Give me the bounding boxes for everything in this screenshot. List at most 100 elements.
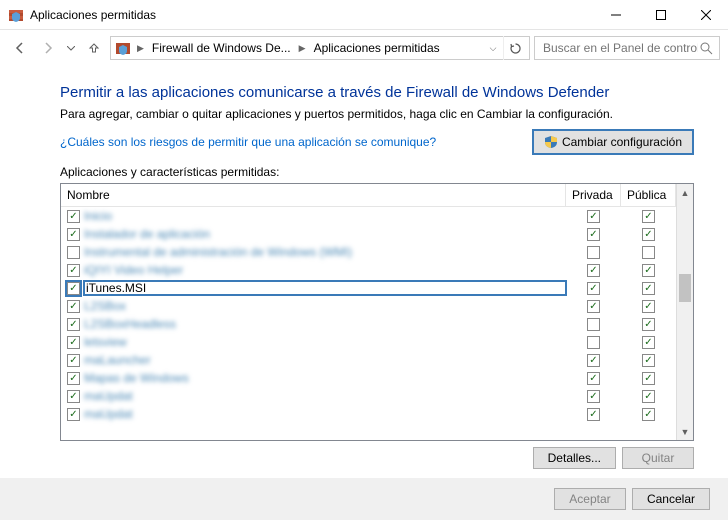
scroll-thumb[interactable] [679,274,691,302]
search-input[interactable] [541,40,700,56]
table-body: ✓ Inicio ✓ ✓ ✓ Instalador de aplicación ✓ ✓ Inst… [61,207,676,440]
checkbox[interactable]: ✓ [587,372,600,385]
table-header: Nombre Privada Pública [61,184,676,207]
checkbox[interactable]: ✓ [587,390,600,403]
table-row[interactable]: ✓L2SBoxHeadless✓ [61,315,676,333]
maximize-button[interactable] [638,0,683,30]
table-row[interactable]: ✓maLauncher✓✓ [61,351,676,369]
firewall-icon [8,7,24,23]
cancel-button[interactable]: Cancelar [632,488,710,510]
checkbox[interactable]: ✓ [587,210,600,223]
risk-link[interactable]: ¿Cuáles son los riesgos de permitir que … [60,135,436,149]
checkbox[interactable]: ✓ [642,408,655,421]
app-name: letsview [84,335,566,349]
navbar: ▶ Firewall de Windows De... ▶ Aplicacion… [0,30,728,66]
checkbox[interactable]: ✓ [642,318,655,331]
app-name: Inicio [84,209,566,223]
table-row[interactable]: ✓ letsview ✓ [61,333,676,351]
back-button[interactable] [8,36,32,60]
scrollbar[interactable]: ▲ ▼ [676,184,693,440]
checkbox[interactable] [587,246,600,259]
checkbox[interactable]: ✓ [642,354,655,367]
ok-button[interactable]: Aceptar [554,488,626,510]
titlebar: Aplicaciones permitidas [0,0,728,30]
history-dropdown[interactable] [64,36,78,60]
up-button[interactable] [82,36,106,60]
app-name: maUpdat [84,389,566,403]
scroll-down[interactable]: ▼ [677,423,693,440]
minimize-button[interactable] [593,0,638,30]
search-box[interactable] [534,36,720,60]
change-settings-label: Cambiar configuración [562,135,682,149]
table-row[interactable]: ✓ maUpdat ✓ ✓ [61,387,676,405]
table-row[interactable]: Instrumental de administración de Window… [61,243,676,261]
checkbox[interactable]: ✓ [67,282,80,295]
col-public[interactable]: Pública [621,184,676,206]
checkbox[interactable]: ✓ [587,300,600,313]
checkbox[interactable]: ✓ [642,372,655,385]
checkbox[interactable]: ✓ [67,318,80,331]
checkbox[interactable]: ✓ [642,336,655,349]
checkbox[interactable]: ✓ [642,390,655,403]
search-icon[interactable] [700,42,713,55]
checkbox[interactable]: ✓ [642,264,655,277]
chevron-right-icon[interactable]: ▶ [297,43,308,54]
page-heading: Permitir a las aplicaciones comunicarse … [60,84,694,101]
checkbox[interactable]: ✓ [67,354,80,367]
checkbox[interactable]: ✓ [67,390,80,403]
checkbox[interactable]: ✓ [642,300,655,313]
address-bar[interactable]: ▶ Firewall de Windows De... ▶ Aplicacion… [110,36,530,60]
checkbox[interactable]: ✓ [67,336,80,349]
apps-table: Nombre Privada Pública ✓ Inicio ✓ ✓ ✓ Instala… [60,183,694,441]
checkbox[interactable]: ✓ [587,264,600,277]
checkbox[interactable]: ✓ [67,408,80,421]
checkbox[interactable] [642,246,655,259]
checkbox[interactable]: ✓ [67,264,80,277]
page-subtext: Para agregar, cambiar o quitar aplicacio… [60,107,694,121]
details-button[interactable]: Detalles... [533,447,616,469]
checkbox[interactable] [587,318,600,331]
table-row[interactable]: ✓ Instalador de aplicación ✓ ✓ [61,225,676,243]
checkbox[interactable]: ✓ [67,300,80,313]
checkbox[interactable]: ✓ [67,228,80,241]
table-row[interactable]: ✓ maUpdat ✓ ✓ [61,405,676,423]
footer: Aceptar Cancelar [0,478,728,520]
table-row[interactable]: ✓ iQIYI Video Helper ✓ ✓ [61,261,676,279]
shield-icon [544,135,558,149]
checkbox[interactable]: ✓ [642,282,655,295]
breadcrumb-item[interactable]: Firewall de Windows De... [148,41,295,55]
change-settings-button[interactable]: Cambiar configuración [532,129,694,155]
app-name: Mapas de Windows [84,371,566,385]
table-row[interactable]: ✓ iTunes.MSI ✓ ✓ [61,279,676,297]
checkbox[interactable]: ✓ [67,210,80,223]
col-private[interactable]: Privada [566,184,621,206]
checkbox[interactable]: ✓ [587,408,600,421]
checkbox[interactable]: ✓ [642,228,655,241]
checkbox[interactable] [67,246,80,259]
checkbox[interactable] [587,336,600,349]
checkbox[interactable]: ✓ [642,210,655,223]
col-name[interactable]: Nombre [61,184,566,206]
table-row[interactable]: ✓L2SBox✓✓ [61,297,676,315]
app-name: iTunes.MSI [84,281,566,295]
app-name: maUpdat [84,407,566,421]
app-name: Instalador de aplicación [84,227,566,241]
checkbox[interactable]: ✓ [587,354,600,367]
breadcrumb-item[interactable]: Aplicaciones permitidas [310,41,444,55]
checkbox[interactable]: ✓ [587,228,600,241]
firewall-icon [115,40,131,56]
forward-button[interactable] [36,36,60,60]
app-name: Instrumental de administración de Window… [84,245,566,259]
table-row[interactable]: ✓ Mapas de Windows ✓ ✓ [61,369,676,387]
refresh-button[interactable] [503,36,527,60]
content: Permitir a las aplicaciones comunicarse … [0,66,728,469]
checkbox[interactable]: ✓ [587,282,600,295]
checkbox[interactable]: ✓ [67,372,80,385]
address-dropdown[interactable]: ⌵ [484,43,502,54]
chevron-right-icon[interactable]: ▶ [135,43,146,54]
scroll-up[interactable]: ▲ [677,184,693,201]
close-button[interactable] [683,0,728,30]
app-name: iQIYI Video Helper [84,263,566,277]
table-row[interactable]: ✓ Inicio ✓ ✓ [61,207,676,225]
remove-button[interactable]: Quitar [622,447,694,469]
